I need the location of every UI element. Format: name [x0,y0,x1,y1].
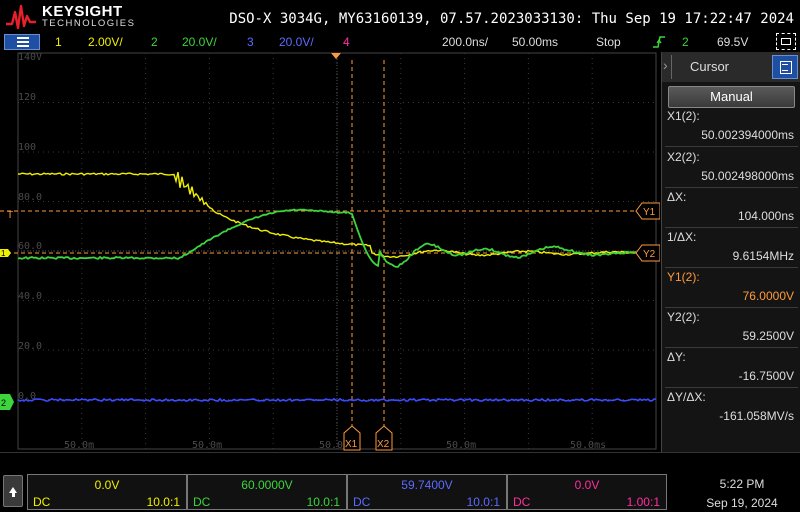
collapse-panel-icon[interactable] [662,55,672,79]
ch1-number[interactable]: 1 [55,35,62,49]
ch1-ground-marker: 1 [0,249,11,258]
ch2-coupling: DC [193,495,211,509]
clock-time: 5:22 PM [719,477,765,491]
x-label-4: 50.0m [446,440,476,451]
cursor-panel-header: Cursor [662,52,800,82]
header: KEYSIGHT TECHNOLOGIES DSO-X 3034G, MY631… [0,0,800,32]
y2-value[interactable]: 59.2500V [743,329,794,343]
svg-text:Y2: Y2 [643,249,656,260]
waveform-canvas[interactable]: 140V 120 100 80.0 60.0 40.0 20.0 0.0 50.… [0,52,660,452]
x-label-2: 50.0m [192,440,222,451]
y-label-20: 20.0 [18,341,42,352]
cursor-panel-title: Cursor [690,59,730,74]
waveform-display[interactable]: 140V 120 100 80.0 60.0 40.0 20.0 0.0 50.… [0,52,660,452]
ch3-coupling: DC [353,495,371,509]
trigger-level[interactable]: 69.5V [717,35,748,49]
x1-label: X1(2): [667,109,700,123]
y-label-100: 100 [18,142,36,153]
y-label-80: 80.0 [18,192,42,203]
ch2-ground-marker: 2 [0,394,14,410]
ch4-coupling: DC [513,495,531,509]
x2-cursor-label[interactable]: X2 [375,425,393,451]
ch4-offset: 0.0V [574,478,600,492]
y-label-120: 120 [18,92,36,103]
ch2-offset: 60.0000V [241,478,293,492]
channel-status-row: 1 2.00V/ 2 20.0V/ 3 20.0V/ 4 200.0ns/ 50… [0,32,800,52]
inverse-dx-label: 1/ΔX: [667,230,697,244]
trigger-edge-icon[interactable] [652,34,666,50]
ch3-scale[interactable]: 20.0V/ [279,35,314,49]
y-label-140: 140V [18,52,42,63]
ch1-info-box[interactable]: 0.0V DC 10.0:1 [27,474,187,510]
ch3-offset: 59.7400V [401,478,453,492]
y2-cursor-label[interactable]: Y2 [635,244,660,262]
x1-value[interactable]: 50.002394000ms [701,128,794,142]
screen-capture-icon[interactable] [776,33,796,50]
y1-cursor-label[interactable]: Y1 [635,202,660,220]
y1-value[interactable]: 76.0000V [743,289,794,303]
y1-label: Y1(2): [667,270,700,284]
x2-label: X2(2): [667,150,700,164]
ch4-info-box[interactable]: 0.0V DC 1.00:1 [507,474,667,510]
ch1-coupling: DC [33,495,51,509]
trigger-position-marker [331,53,341,59]
menu-icon[interactable] [4,34,40,50]
x1-cursor-label[interactable]: X1 [343,425,361,451]
trigger-source[interactable]: 2 [682,35,689,49]
timebase-delay[interactable]: 50.00ms [512,35,558,49]
ch4-probe-ratio: 1.00:1 [626,495,660,509]
ch2-probe-ratio: 10.0:1 [306,495,340,509]
keysight-logo-icon [6,4,36,30]
timebase-scale[interactable]: 200.0ns/ [442,35,488,49]
ch2-trace [17,208,637,268]
y-label-60: 60.0 [18,241,42,252]
svg-text:X1: X1 [345,439,358,450]
ch1-offset: 0.0V [94,478,120,492]
ch1-scale[interactable]: 2.00V/ [88,35,123,49]
cursor-mode-button[interactable]: Manual [668,86,795,108]
ch3-info-box[interactable]: 59.7400V DC 10.0:1 [347,474,507,510]
ch3-number[interactable]: 3 [247,35,254,49]
ch1-probe-ratio: 10.0:1 [146,495,180,509]
panel-menu-icon[interactable] [772,55,798,79]
svg-text:X2: X2 [377,439,390,450]
y-label-40: 40.0 [18,291,42,302]
ch3-probe-ratio: 10.0:1 [466,495,500,509]
ch4-number[interactable]: 4 [343,35,350,49]
graticule-grid [17,52,657,450]
brand-subtitle: TECHNOLOGIES [42,18,136,29]
dx-label: ΔX: [667,190,687,204]
ch2-scale[interactable]: 20.0V/ [182,35,217,49]
ch2-number[interactable]: 2 [151,35,158,49]
instrument-title: DSO-X 3034G, MY63160139, 07.57.202303313… [229,11,794,27]
dx-value: 104.000ns [737,209,794,223]
run-state[interactable]: Stop [596,35,621,49]
x2-value[interactable]: 50.002498000ms [701,169,794,183]
clock-date: Sep 19, 2024 [706,496,778,510]
dy-value: -16.7500V [738,369,794,383]
dy-label: ΔY: [667,350,686,364]
ch2-info-box[interactable]: 60.0000V DC 10.0:1 [187,474,347,510]
y2-label: Y2(2): [667,310,700,324]
arrow-up-icon[interactable] [3,475,23,507]
bottom-bar: 0.0V DC 10.0:1 60.0000V DC 10.0:1 59.740… [0,452,800,512]
svg-text:Y1: Y1 [643,207,656,218]
inverse-dx-value: 9.6154MHz [732,249,794,263]
cursor-panel: Cursor Manual X1(2): 50.002394000ms X2(2… [661,52,800,452]
x-label-1: 50.0m [64,440,94,451]
trigger-level-marker: T [7,210,13,221]
dy-dx-label: ΔY/ΔX: [667,390,706,404]
ch1-trace [17,171,637,259]
x-label-5: 50.0ms [570,440,606,451]
svg-text:2: 2 [1,398,6,408]
dy-dx-value: -161.058MV/s [719,409,794,423]
svg-text:1: 1 [1,249,6,258]
